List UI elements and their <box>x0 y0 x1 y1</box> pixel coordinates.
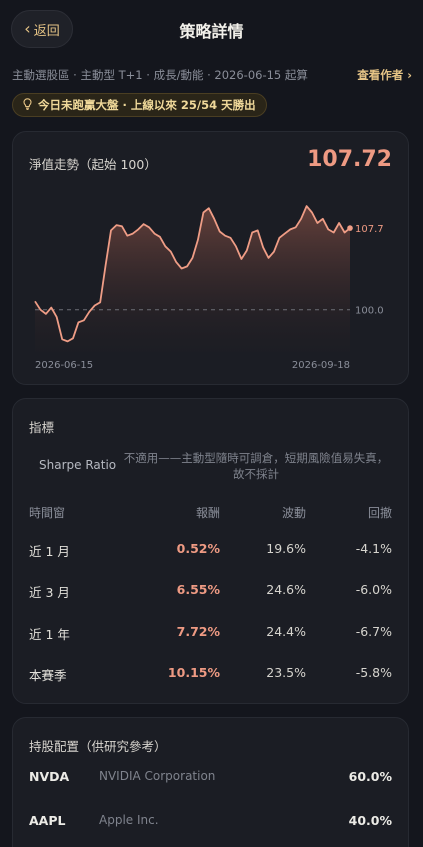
baseline-label: 100.0 <box>355 306 384 317</box>
strategy-summary: 主動選股區 · 主動型 T+1 · 成長/動能 · 2026-06-15 起算 <box>12 68 308 82</box>
header-window: 時間窗 <box>29 506 66 520</box>
row-volatility: 24.6% <box>266 582 306 597</box>
row-window: 近 1 年 <box>29 627 70 642</box>
list-item[interactable]: AAPL Apple Inc. 40.0% <box>13 813 410 833</box>
row-return: 10.15% <box>167 665 220 680</box>
row-window: 本賽季 <box>29 668 67 683</box>
x-end-label: 2026-09-18 <box>292 360 350 371</box>
row-volatility: 19.6% <box>266 541 306 556</box>
list-item[interactable]: NVDA NVIDIA Corporation 60.0% <box>13 769 410 789</box>
holding-name: NVIDIA Corporation <box>99 769 216 783</box>
row-return: 7.72% <box>176 624 220 639</box>
row-drawdown: -6.0% <box>355 582 392 597</box>
holding-ticker: AAPL <box>29 813 66 828</box>
row-drawdown: -4.1% <box>355 541 392 556</box>
holding-ticker: NVDA <box>29 769 70 784</box>
metrics-card: 指標 Sharpe Ratio 不適用——主動型隨時可調倉，短期風險值易失真，故… <box>12 398 409 704</box>
status-badge: 今日未跑贏大盤 · 上線以來 25/54 天勝出 <box>12 93 267 117</box>
sharpe-ratio-label: Sharpe Ratio <box>39 458 117 472</box>
sharpe-ratio-note: 不適用——主動型隨時可調倉，短期風險值易失真，故不採計 <box>123 451 389 481</box>
holding-weight: 40.0% <box>348 813 392 828</box>
row-return: 6.55% <box>176 582 220 597</box>
table-row: 近 1 月 0.52% 19.6% -4.1% <box>13 541 410 561</box>
banner-text: 今日未跑贏大盤 · 上線以來 25/54 天勝出 <box>38 98 256 112</box>
strategy-meta: 主動選股區 · 主動型 T+1 · 成長/動能 · 2026-06-15 起算 … <box>12 67 412 83</box>
row-volatility: 24.4% <box>266 624 306 639</box>
table-row: 近 1 年 7.72% 24.4% -6.7% <box>13 624 410 644</box>
metrics-title: 指標 <box>29 420 55 435</box>
table-row: 本賽季 10.15% 23.5% -5.8% <box>13 665 410 685</box>
row-return: 0.52% <box>176 541 220 556</box>
row-window: 近 1 月 <box>29 544 70 559</box>
row-drawdown: -6.7% <box>355 624 392 639</box>
row-window: 近 3 月 <box>29 585 70 600</box>
header-drawdown: 回撤 <box>367 506 392 520</box>
nav-chart: 107.7 100.0 2026-06-15 2026-09-18 <box>34 205 384 371</box>
holding-weight: 60.0% <box>348 769 392 784</box>
holdings-card: 持股配置（供研究參考） NVDA NVIDIA Corporation 60.0… <box>12 717 409 847</box>
header-volatility: 波動 <box>281 506 306 520</box>
header-return: 報酬 <box>195 506 220 520</box>
row-drawdown: -5.8% <box>355 665 392 680</box>
x-start-label: 2026-06-15 <box>35 360 93 371</box>
lightbulb-icon <box>23 97 32 113</box>
holdings-title: 持股配置（供研究參考） <box>29 739 167 754</box>
chart-area <box>35 206 350 352</box>
last-point-marker <box>347 225 353 231</box>
last-value-label: 107.7 <box>355 224 384 235</box>
holding-name: Apple Inc. <box>99 813 159 827</box>
view-author-link[interactable]: 查看作者 › <box>357 67 412 83</box>
metrics-table-header: 時間窗 報酬 波動 回撤 <box>13 504 410 524</box>
row-volatility: 23.5% <box>266 665 306 680</box>
nav-bar: ‹ 返回 策略詳情 <box>0 0 423 60</box>
page-title: 策略詳情 <box>179 22 244 41</box>
nav-chart-card: 淨值走勢（起始 100） 107.72 107.7 100.0 2026-06-15… <box>12 131 409 385</box>
table-row: 近 3 月 6.55% 24.6% -6.0% <box>13 582 410 602</box>
strategy-detail-screen: ‹ 返回 策略詳情 主動選股區 · 主動型 T+1 · 成長/動能 · 2026… <box>0 0 423 847</box>
